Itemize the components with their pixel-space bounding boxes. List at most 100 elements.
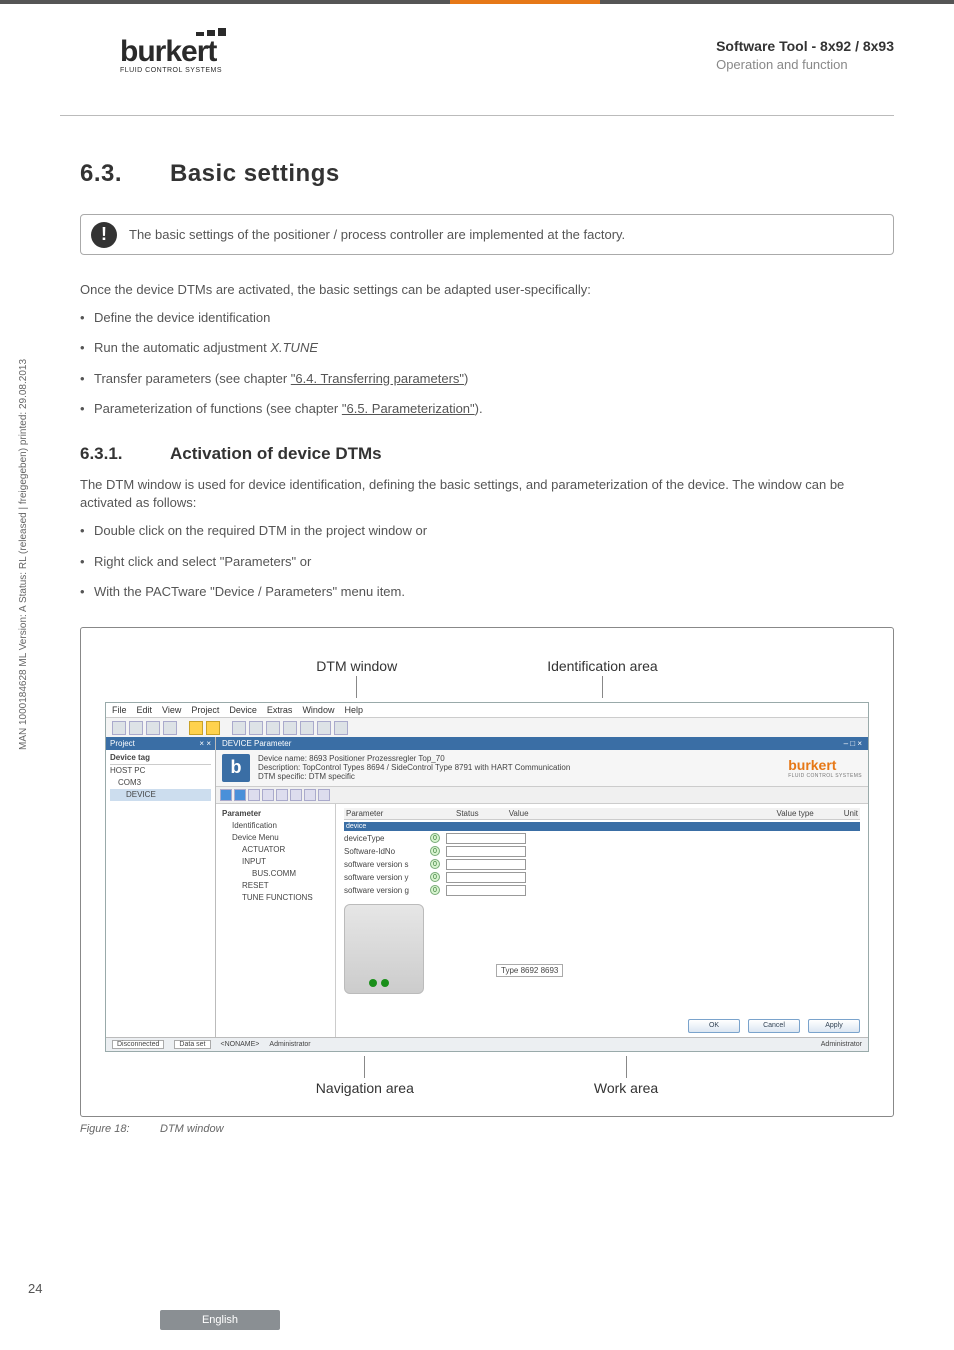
- status-noname: <NONAME>: [221, 1041, 260, 1048]
- dtm-toolbar-button[interactable]: [290, 789, 302, 801]
- leader-line: [364, 1056, 365, 1078]
- toolbar-button[interactable]: [163, 721, 177, 735]
- menu-file[interactable]: File: [112, 705, 127, 715]
- identification-area: b Device name: 8693 Positioner Prozessre…: [216, 750, 868, 787]
- param-row: software version g 0: [344, 885, 860, 896]
- toolbar-button[interactable]: [266, 721, 280, 735]
- toolbar-button[interactable]: [146, 721, 160, 735]
- tree-item-host[interactable]: HOST PC: [110, 765, 211, 777]
- bullet-text: ): [464, 371, 468, 386]
- subsection-para: The DTM window is used for device identi…: [80, 476, 894, 512]
- side-vertical-text: MAN 1000184628 ML Version: A Status: RL …: [18, 359, 29, 750]
- dtm-panel-title: DEVICE Parameter: [222, 739, 291, 748]
- toolbar-button[interactable]: [112, 721, 126, 735]
- section-title: Basic settings: [170, 160, 340, 187]
- leader-line: [626, 1056, 627, 1078]
- bullet-text: ).: [475, 401, 483, 416]
- param-value-input[interactable]: [446, 833, 526, 844]
- cancel-button[interactable]: Cancel: [748, 1019, 800, 1033]
- tree-item-device[interactable]: DEVICE: [110, 789, 211, 801]
- section-heading: 6.3.Basic settings: [80, 160, 894, 188]
- dtm-toolbar-button[interactable]: [248, 789, 260, 801]
- work-area: Parameter Status Value Value type Unit d…: [336, 804, 868, 1037]
- status-ok-icon: 0: [430, 859, 440, 869]
- bullet-item: Define the device identification: [80, 309, 894, 327]
- toolbar-button[interactable]: [334, 721, 348, 735]
- dialog-buttons: OK Cancel Apply: [688, 1019, 860, 1033]
- panel-close-icon[interactable]: × ×: [199, 739, 211, 748]
- bullet-link[interactable]: "6.4. Transferring parameters": [291, 371, 464, 386]
- dtm-toolbar-button[interactable]: [276, 789, 288, 801]
- toolbar-button[interactable]: [206, 721, 220, 735]
- status-ok-icon: 0: [430, 833, 440, 843]
- menu-window[interactable]: Window: [302, 705, 334, 715]
- param-name: software version s: [344, 860, 424, 869]
- nav-item[interactable]: INPUT: [222, 856, 329, 868]
- brand-subtext: FLUID CONTROL SYSTEMS: [788, 773, 862, 779]
- status-ok-icon: 0: [430, 872, 440, 882]
- figure-caption-text: DTM window: [160, 1123, 224, 1135]
- dtm-toolbar-button[interactable]: [318, 789, 330, 801]
- section-num: 6.3.: [80, 160, 170, 188]
- ok-button[interactable]: OK: [688, 1019, 740, 1033]
- bullet-item: Run the automatic adjustment X.TUNE: [80, 339, 894, 357]
- dtm-toolbar-button[interactable]: [220, 789, 232, 801]
- bullet-item: Double click on the required DTM in the …: [80, 522, 894, 540]
- menu-extras[interactable]: Extras: [267, 705, 293, 715]
- nav-item[interactable]: TUNE FUNCTIONS: [222, 892, 329, 904]
- bullet-text: Transfer parameters (see chapter: [94, 371, 291, 386]
- toolbar-button[interactable]: [249, 721, 263, 735]
- work-area-container: Parameter Identification Device Menu ACT…: [216, 804, 868, 1037]
- work-group-row: device: [344, 822, 860, 831]
- brand-logo: burkert FLUID CONTROL SYSTEMS: [788, 757, 862, 779]
- page-header: burkert FLUID CONTROL SYSTEMS Software T…: [0, 0, 954, 115]
- col-header: Value: [509, 809, 529, 818]
- menu-view[interactable]: View: [162, 705, 181, 715]
- toolbar-button[interactable]: [129, 721, 143, 735]
- nav-item[interactable]: ACTUATOR: [222, 844, 329, 856]
- callout-dtm-window: DTM window: [316, 658, 397, 698]
- menu-device[interactable]: Device: [229, 705, 257, 715]
- figure-top-labels: DTM window Identification area: [105, 658, 869, 698]
- bullet-text: Parameterization of functions (see chapt…: [94, 401, 342, 416]
- menu-help[interactable]: Help: [344, 705, 363, 715]
- toolbar-button[interactable]: [232, 721, 246, 735]
- toolbar-button[interactable]: [317, 721, 331, 735]
- subsection-num: 6.3.1.: [80, 444, 170, 464]
- tree-item-com[interactable]: COM3: [110, 777, 211, 789]
- field-label: Device name:: [258, 754, 307, 763]
- param-value-input[interactable]: [446, 846, 526, 857]
- param-value-input[interactable]: [446, 872, 526, 883]
- dtm-toolbar-button[interactable]: [234, 789, 246, 801]
- bullet-item: With the PACTware "Device / Parameters" …: [80, 583, 894, 601]
- nav-item[interactable]: RESET: [222, 880, 329, 892]
- exclamation-icon: !: [91, 222, 117, 248]
- nav-item[interactable]: Device Menu: [222, 832, 329, 844]
- callout-identification-area: Identification area: [547, 658, 658, 698]
- dtm-toolbar-button[interactable]: [304, 789, 316, 801]
- leader-line: [602, 676, 603, 698]
- leader-line: [356, 676, 357, 698]
- toolbar-button[interactable]: [300, 721, 314, 735]
- param-name: software version g: [344, 886, 424, 895]
- bullet-link[interactable]: "6.5. Parameterization": [342, 401, 475, 416]
- status-ok-icon: 0: [430, 885, 440, 895]
- window-buttons[interactable]: – □ ×: [844, 739, 862, 748]
- callout-navigation-area: Navigation area: [316, 1056, 414, 1096]
- bullet-item: Parameterization of functions (see chapt…: [80, 400, 894, 418]
- logo-subtext: FLUID CONTROL SYSTEMS: [120, 67, 270, 74]
- param-value-input[interactable]: [446, 859, 526, 870]
- param-value-input[interactable]: [446, 885, 526, 896]
- nav-item[interactable]: Identification: [222, 820, 329, 832]
- param-row: deviceType0: [344, 833, 860, 844]
- menu-edit[interactable]: Edit: [137, 705, 153, 715]
- toolbar: [106, 718, 868, 739]
- apply-button[interactable]: Apply: [808, 1019, 860, 1033]
- toolbar-button[interactable]: [189, 721, 203, 735]
- toolbar-button[interactable]: [283, 721, 297, 735]
- col-header: Status: [456, 809, 479, 818]
- nav-item[interactable]: BUS.COMM: [222, 868, 329, 880]
- dtm-toolbar-button[interactable]: [262, 789, 274, 801]
- menu-project[interactable]: Project: [191, 705, 219, 715]
- nav-root[interactable]: Parameter: [222, 808, 329, 820]
